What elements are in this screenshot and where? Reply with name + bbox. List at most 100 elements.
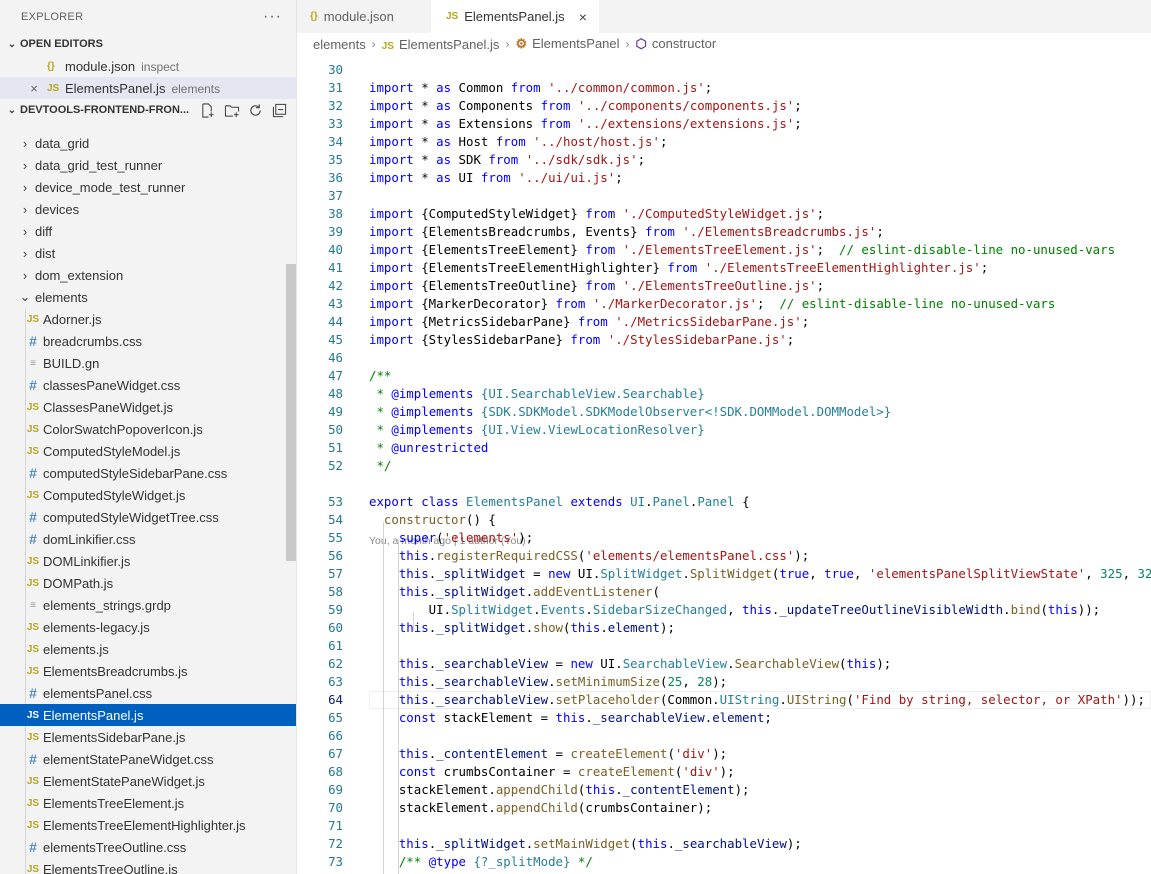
- folder-dom_extension[interactable]: › dom_extension: [0, 264, 296, 286]
- file-item[interactable]: # domLinkifier.css: [0, 528, 296, 550]
- tab-elementspanel-js[interactable]: JS ElementsPanel.js ×: [431, 0, 600, 33]
- breadcrumb-item[interactable]: JS ElementsPanel.js: [382, 37, 500, 52]
- file-item[interactable]: # computedStyleSidebarPane.css: [0, 462, 296, 484]
- code-line: 45 import {StylesSidebarPane} from './Sty…: [297, 331, 1151, 349]
- breadcrumb-item[interactable]: ⬡ constructor: [636, 36, 717, 52]
- line-number: 73: [328, 854, 343, 869]
- file-item[interactable]: JS ComputedStyleModel.js: [0, 440, 296, 462]
- code-line: 44 import {MetricsSidebarPane} from './Me…: [297, 313, 1151, 331]
- file-item[interactable]: JS ComputedStyleWidget.js: [0, 484, 296, 506]
- file-item[interactable]: # breadcrumbs.css: [0, 330, 296, 352]
- file-item[interactable]: # classesPaneWidget.css: [0, 374, 296, 396]
- folder-data_grid[interactable]: › data_grid: [0, 132, 296, 154]
- new-file-icon[interactable]: [199, 102, 216, 118]
- close-icon[interactable]: ×: [579, 9, 587, 25]
- file-item[interactable]: JS ElementsTreeElementHighlighter.js: [0, 814, 296, 836]
- sidebar-scrollbar[interactable]: [286, 264, 296, 561]
- close-icon[interactable]: ×: [28, 81, 40, 96]
- code-line: 37: [297, 187, 1151, 205]
- folder-dist[interactable]: › dist: [0, 242, 296, 264]
- file-item[interactable]: JS Adorner.js: [0, 308, 296, 330]
- line-number: 71: [328, 818, 343, 833]
- line-number: 51: [328, 440, 343, 455]
- chevron-right-icon: ›: [22, 157, 28, 173]
- code-area[interactable]: You, a month ago | 1 author (You) 30 31 im…: [297, 59, 1151, 874]
- open-editors-label: OPEN EDITORS: [20, 38, 103, 50]
- workspace-header[interactable]: ⌄ DEVTOOLS-FRONTEND-FRON...: [0, 99, 296, 121]
- chevron-right-icon: ›: [625, 37, 630, 51]
- code-text: this._splitWidget = new UI.SplitWidget.S…: [398, 566, 1151, 581]
- chevron-down-icon: ⌄: [7, 104, 17, 116]
- js-file-icon: JS: [26, 731, 40, 743]
- folder-devices[interactable]: › devices: [0, 198, 296, 220]
- new-folder-icon[interactable]: [223, 103, 240, 118]
- open-editor-item[interactable]: {} module.json inspect: [0, 55, 296, 77]
- workspace-label: DEVTOOLS-FRONTEND-FRON...: [20, 104, 190, 116]
- folder-diff[interactable]: › diff: [0, 220, 296, 242]
- folder-label: elements: [35, 289, 88, 305]
- breadcrumb-item[interactable]: elements: [313, 37, 366, 52]
- code-text: import {StylesSidebarPane} from './Style…: [369, 332, 795, 347]
- file-item[interactable]: # elementsPanel.css: [0, 682, 296, 704]
- folder-elements[interactable]: ⌄ elements: [0, 286, 296, 308]
- file-item[interactable]: JS ClassesPaneWidget.js: [0, 396, 296, 418]
- code-line: 61: [297, 637, 1151, 655]
- line-number: 62: [328, 656, 343, 671]
- line-number: 60: [328, 620, 343, 635]
- line-number: 57: [328, 566, 343, 581]
- code-line: 63 this._searchableView.setMinimumSize(2…: [297, 673, 1151, 691]
- file-item[interactable]: JS DOMPath.js: [0, 572, 296, 594]
- file-item[interactable]: JS ElementsBreadcrumbs.js: [0, 660, 296, 682]
- collapse-all-icon[interactable]: [271, 103, 288, 118]
- tab-module-json[interactable]: {} module.json: [297, 0, 431, 33]
- file-item[interactable]: ≡ elements_strings.grdp: [0, 594, 296, 616]
- file-item[interactable]: JS ElementStatePaneWidget.js: [0, 770, 296, 792]
- refresh-icon[interactable]: [247, 103, 264, 118]
- line-number: 70: [328, 800, 343, 815]
- css-file-icon: #: [29, 333, 37, 349]
- breadcrumb-item[interactable]: ⚙ ElementsPanel: [515, 36, 619, 52]
- file-item[interactable]: # elementStatePaneWidget.css: [0, 748, 296, 770]
- folder-data_grid_test_runner[interactable]: › data_grid_test_runner: [0, 154, 296, 176]
- code-line: 69 stackElement.appendChild(this._conten…: [297, 781, 1151, 799]
- file-item[interactable]: JS ElementsPanel.js: [0, 704, 296, 726]
- file-item[interactable]: JS elements-legacy.js: [0, 616, 296, 638]
- file-item[interactable]: JS ColorSwatchPopoverIcon.js: [0, 418, 296, 440]
- file-item[interactable]: JS ElementsSidebarPane.js: [0, 726, 296, 748]
- line-number: 47: [328, 368, 343, 383]
- file-item[interactable]: ≡ BUILD.gn: [0, 352, 296, 374]
- ellipsis-icon[interactable]: ···: [263, 8, 282, 26]
- file-item[interactable]: JS ElementsTreeOutline.js: [0, 858, 296, 874]
- file-item[interactable]: # computedStyleWidgetTree.css: [0, 506, 296, 528]
- file-item[interactable]: # elementsTreeOutline.css: [0, 836, 296, 858]
- file-item[interactable]: JS DOMLinkifier.js: [0, 550, 296, 572]
- chevron-right-icon: ›: [22, 245, 28, 261]
- line-number: 45: [328, 332, 343, 347]
- file-label: elements.js: [43, 641, 109, 657]
- line-number: 50: [328, 422, 343, 437]
- code-line: 51 * @unrestricted: [297, 439, 1151, 457]
- code-text: const crumbsContainer = createElement('d…: [398, 764, 735, 779]
- file-label: DOMLinkifier.js: [43, 553, 131, 569]
- js-file-icon: JS: [26, 577, 40, 589]
- code-text: /** @type {?_splitMode} */: [398, 854, 593, 869]
- line-number: 44: [328, 314, 343, 329]
- line-number: 30: [328, 62, 343, 77]
- file-item[interactable]: JS elements.js: [0, 638, 296, 660]
- folder-device_mode_test_runner[interactable]: › device_mode_test_runner: [0, 176, 296, 198]
- line-number: 55: [328, 530, 343, 545]
- js-file-icon: JS: [446, 11, 459, 22]
- folder-label: diff: [35, 223, 53, 239]
- open-editors-header[interactable]: ⌄ OPEN EDITORS: [0, 33, 296, 55]
- file-label: breadcrumbs.css: [43, 333, 142, 349]
- code-line: 54 constructor() {: [297, 511, 1151, 529]
- file-item[interactable]: JS ElementsTreeElement.js: [0, 792, 296, 814]
- open-editor-item[interactable]: × JS ElementsPanel.js elements: [0, 77, 296, 99]
- code-line: 52 */: [297, 457, 1151, 475]
- line-number: 42: [328, 278, 343, 293]
- code-text: this._contentElement = createElement('di…: [398, 746, 728, 761]
- open-editors-list: {} module.json inspect × JS ElementsPanel.js e…: [0, 55, 296, 99]
- tree-row-partial: [0, 121, 296, 132]
- line-number: 40: [328, 242, 343, 257]
- code-text: import {MarkerDecorator} from './MarkerD…: [369, 296, 1056, 311]
